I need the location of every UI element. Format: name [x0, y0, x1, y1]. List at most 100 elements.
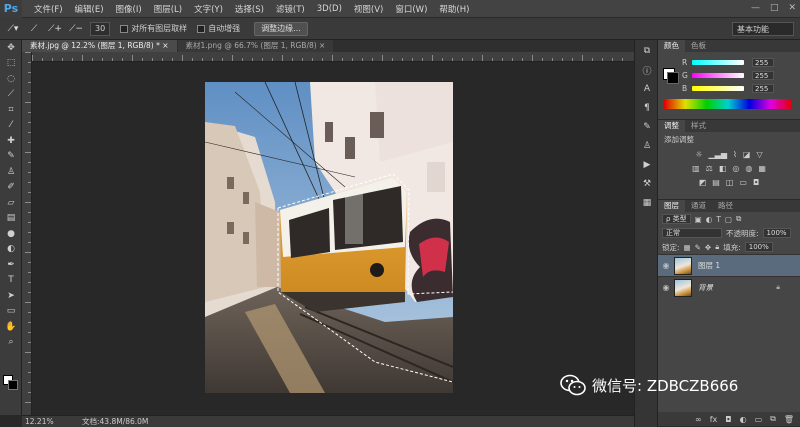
move-tool-icon[interactable]: ✥: [0, 40, 22, 56]
tab-color[interactable]: 颜色: [658, 40, 685, 52]
color-balance-icon[interactable]: ⚖: [706, 164, 713, 173]
menu-type[interactable]: 文字(Y): [188, 3, 229, 15]
tab-paths[interactable]: 路径: [712, 200, 739, 212]
auto-enhance-checkbox[interactable]: [197, 24, 206, 33]
color-lookup-icon[interactable]: ▦: [758, 164, 766, 173]
dodge-tool-icon[interactable]: ◐: [0, 242, 22, 258]
photo-filter-icon[interactable]: ◎: [732, 164, 739, 173]
color-spectrum[interactable]: [664, 99, 792, 109]
sample-all-layers-checkbox[interactable]: [120, 24, 129, 33]
tab-styles[interactable]: 样式: [685, 120, 712, 132]
posterize-icon[interactable]: ▤: [712, 178, 720, 187]
menu-3d[interactable]: 3D(D): [311, 4, 348, 14]
blur-tool-icon[interactable]: ●: [0, 226, 22, 242]
filter-smart-icon[interactable]: ⧉: [736, 214, 741, 224]
new-adjustment-icon[interactable]: ◐: [740, 415, 747, 424]
menu-filter[interactable]: 滤镜(T): [270, 3, 311, 15]
character-panel-icon[interactable]: A: [635, 81, 659, 97]
slider-g[interactable]: [692, 73, 744, 78]
filter-type-icon[interactable]: T: [716, 215, 721, 224]
value-b[interactable]: 255: [752, 84, 774, 93]
invert-icon[interactable]: ◩: [699, 178, 707, 187]
brightness-icon[interactable]: ☼: [695, 150, 702, 159]
levels-icon[interactable]: ▁▃▅: [709, 150, 727, 159]
document-image[interactable]: [205, 82, 453, 393]
brush-size-picker[interactable]: 30: [90, 21, 111, 36]
vibrance-icon[interactable]: ▽: [756, 150, 762, 159]
channel-mixer-icon[interactable]: ◍: [745, 164, 752, 173]
slider-b[interactable]: [692, 86, 744, 91]
actions-panel-icon[interactable]: ▶: [635, 157, 659, 173]
rectangle-tool-icon[interactable]: ▭: [0, 304, 22, 320]
new-layer-icon[interactable]: ⧉: [770, 414, 776, 424]
workspace-select[interactable]: 基本功能: [732, 22, 794, 36]
tool-presets-panel-icon[interactable]: ⚒: [635, 176, 659, 192]
paragraph-panel-icon[interactable]: ¶: [635, 100, 659, 116]
minimize-button[interactable]: —: [751, 3, 760, 13]
delete-layer-icon[interactable]: 🗑︎: [784, 415, 794, 424]
menu-view[interactable]: 视图(V): [348, 3, 389, 15]
slider-r[interactable]: [692, 60, 744, 65]
maximize-button[interactable]: □: [770, 3, 779, 13]
gradient-map-icon[interactable]: ▭: [739, 178, 747, 187]
gradient-tool-icon[interactable]: ▤: [0, 211, 22, 227]
curves-icon[interactable]: ⌇: [733, 150, 737, 159]
black-white-icon[interactable]: ◧: [719, 164, 727, 173]
layer-kind-filter[interactable]: ρ 类型: [662, 214, 691, 224]
canvas-area[interactable]: [32, 62, 634, 415]
ruler-vertical[interactable]: [22, 52, 32, 415]
opacity-input[interactable]: 100%: [762, 228, 791, 238]
path-selection-tool-icon[interactable]: ➤: [0, 288, 22, 304]
subtract-from-selection-icon[interactable]: ⟋−: [68, 22, 84, 36]
menu-window[interactable]: 窗口(W): [389, 3, 433, 15]
swatches-panel-icon[interactable]: ▦: [635, 195, 659, 211]
history-brush-tool-icon[interactable]: ✐: [0, 180, 22, 196]
new-group-icon[interactable]: ▭: [755, 415, 763, 424]
menu-image[interactable]: 图像(I): [110, 3, 148, 15]
visibility-eye-icon[interactable]: ◉: [658, 261, 674, 270]
properties-panel-icon[interactable]: ⓘ: [635, 62, 659, 78]
refine-edge-button[interactable]: 调整边缘...: [254, 21, 308, 36]
brush-tool-icon[interactable]: ✎: [0, 149, 22, 165]
marquee-tool-icon[interactable]: ⬚: [0, 56, 22, 72]
filter-shape-icon[interactable]: ▢: [725, 215, 732, 224]
menu-file[interactable]: 文件(F): [28, 3, 69, 15]
eraser-tool-icon[interactable]: ▱: [0, 195, 22, 211]
filter-pixel-icon[interactable]: ▣: [695, 215, 702, 224]
clone-source-panel-icon[interactable]: ♙: [635, 138, 659, 154]
tab-document-1[interactable]: 素材.jpg @ 12.2% (图层 1, RGB/8) * ×: [22, 40, 177, 52]
layer-style-icon[interactable]: fx: [710, 415, 718, 424]
lasso-tool-icon[interactable]: ◌: [0, 71, 22, 87]
history-panel-icon[interactable]: ⧉: [635, 43, 659, 59]
filter-adjustment-icon[interactable]: ◐: [706, 215, 713, 224]
zoom-level[interactable]: 12.21%: [22, 417, 62, 426]
menu-layer[interactable]: 图层(L): [148, 3, 188, 15]
layer-row[interactable]: ◉ 图层 1: [658, 254, 800, 276]
menu-select[interactable]: 选择(S): [229, 3, 270, 15]
tab-swatches[interactable]: 色板: [685, 40, 712, 52]
value-r[interactable]: 255: [752, 58, 774, 67]
lock-image-icon[interactable]: ✎: [695, 243, 701, 252]
tab-document-2[interactable]: 素材1.png @ 66.7% (图层 1, RGB/8) ×: [177, 40, 334, 52]
clone-stamp-tool-icon[interactable]: ♙: [0, 164, 22, 180]
lock-transparent-icon[interactable]: ▦: [684, 243, 691, 252]
hand-tool-icon[interactable]: ✋: [0, 319, 22, 335]
close-button[interactable]: ✕: [788, 3, 796, 13]
quick-selection-preset-icon[interactable]: ⟋▾: [5, 22, 21, 36]
background-color-swatch[interactable]: [8, 380, 18, 390]
tab-channels[interactable]: 通道: [685, 200, 712, 212]
layer-row[interactable]: ◉ 背景 🔒︎: [658, 276, 800, 298]
selective-color-icon[interactable]: ◘: [753, 178, 759, 187]
tab-adjustments[interactable]: 调整: [658, 120, 685, 132]
ruler-horizontal[interactable]: [32, 52, 634, 62]
hue-saturation-icon[interactable]: ▥: [692, 164, 700, 173]
lock-position-icon[interactable]: ✥: [705, 243, 711, 252]
new-selection-icon[interactable]: ⟋: [26, 22, 42, 36]
brush-panel-icon[interactable]: ✎: [635, 119, 659, 135]
add-to-selection-icon[interactable]: ⟋+: [47, 22, 63, 36]
menu-edit[interactable]: 编辑(E): [69, 3, 110, 15]
link-layers-icon[interactable]: ∞: [695, 415, 702, 424]
visibility-eye-icon[interactable]: ◉: [658, 283, 674, 292]
fill-input[interactable]: 100%: [744, 242, 773, 252]
tab-layers[interactable]: 图层: [658, 200, 685, 212]
